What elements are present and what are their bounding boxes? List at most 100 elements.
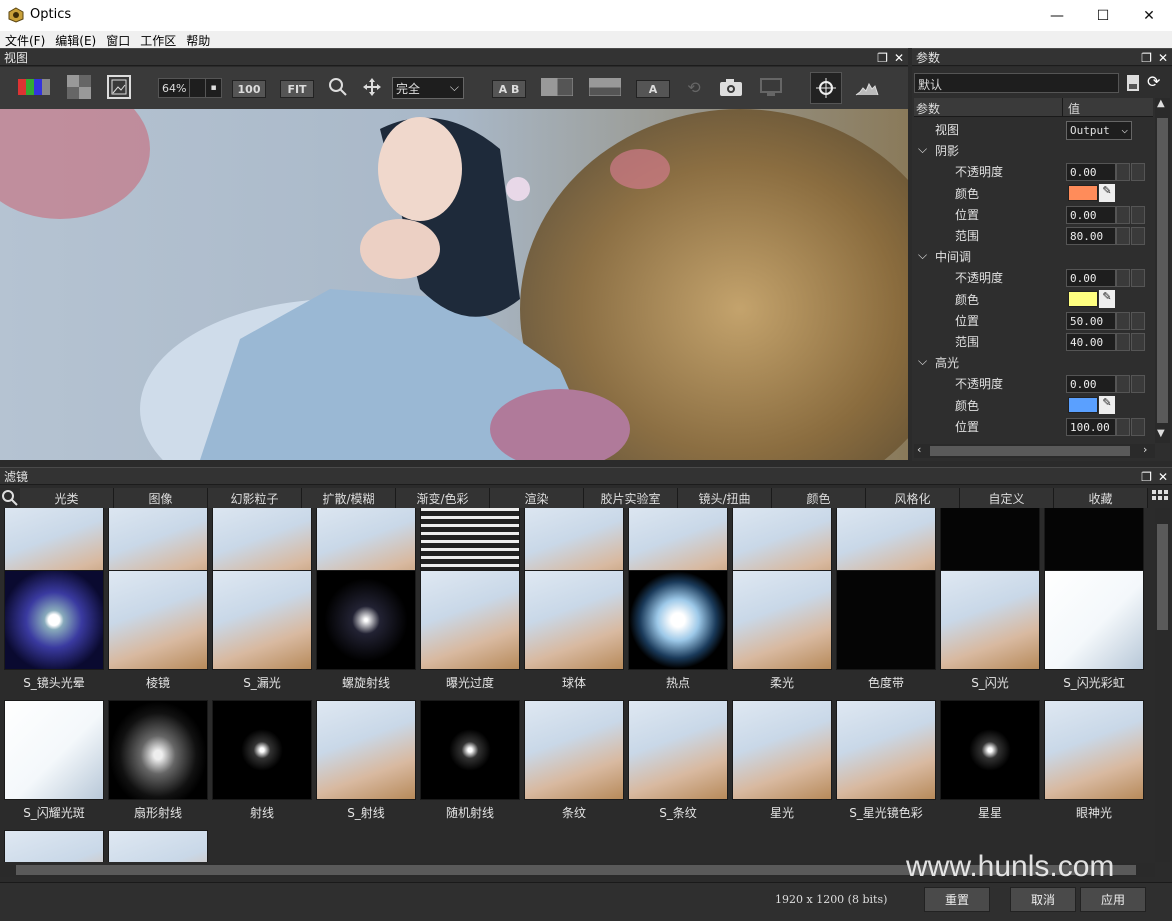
filter-thumbnail[interactable] — [940, 570, 1040, 670]
fit-button[interactable]: FIT — [280, 80, 314, 98]
stepper-button[interactable] — [1116, 333, 1130, 351]
checker-icon[interactable] — [66, 75, 92, 99]
tab-filter-category[interactable]: 颜色 — [772, 488, 866, 508]
chevron-down-icon[interactable]: ⌵ — [918, 248, 927, 263]
param-value-field[interactable]: 0.00 — [1066, 205, 1116, 224]
a-view-button[interactable]: A — [636, 80, 670, 98]
filter-thumbnail[interactable] — [316, 700, 416, 800]
view-mode-select[interactable]: 完全 ⌵ — [392, 77, 464, 99]
params-hscrollbar[interactable]: ‹ › — [914, 443, 1155, 458]
filter-thumbnail[interactable] — [212, 700, 312, 800]
scroll-thumb[interactable] — [1157, 118, 1168, 423]
filter-thumbnail[interactable] — [940, 700, 1040, 800]
filter-thumbnail[interactable] — [4, 830, 104, 862]
rgb-channels-icon[interactable] — [18, 75, 50, 99]
float-icon[interactable]: ❐ — [1141, 51, 1152, 65]
stepper-button[interactable] — [1131, 417, 1145, 436]
view-output-select[interactable]: Output ⌵ — [1066, 121, 1132, 140]
filter-thumbnail[interactable] — [836, 700, 936, 800]
tab-filter-category[interactable]: 收藏 — [1054, 488, 1148, 508]
color-swatch[interactable] — [1068, 290, 1098, 307]
eyedropper-icon[interactable]: ✎ — [1099, 395, 1115, 414]
param-value-field[interactable]: 0.00 — [1066, 375, 1116, 394]
cancel-button[interactable]: 取消 — [1010, 887, 1076, 912]
stepper-button[interactable] — [1116, 375, 1130, 394]
tab-filter-category[interactable]: 幻影粒子 — [208, 488, 302, 508]
chevron-right-icon[interactable]: › — [1143, 443, 1147, 456]
image-compare-icon[interactable] — [106, 75, 132, 99]
move-icon[interactable] — [360, 75, 384, 99]
preset-field[interactable]: 默认 — [914, 73, 1119, 93]
param-value-field[interactable]: 50.00 — [1066, 311, 1116, 330]
color-swatch[interactable] — [1068, 184, 1098, 201]
filter-thumbnail[interactable] — [628, 700, 728, 800]
stepper-button[interactable] — [1116, 417, 1130, 436]
filter-thumbnail[interactable] — [316, 570, 416, 670]
tab-filter-category[interactable]: 图像 — [114, 488, 208, 508]
filter-thumbnail[interactable] — [1044, 700, 1144, 800]
ab-compare-button[interactable]: A B — [492, 80, 526, 98]
split-horizontal-icon[interactable] — [588, 75, 622, 99]
stepper-button[interactable] — [1131, 311, 1145, 330]
chevron-up-icon[interactable]: ▲ — [1157, 98, 1165, 109]
filter-thumbnail[interactable] — [4, 700, 104, 800]
tab-filter-category[interactable]: 渲染 — [490, 488, 584, 508]
stepper-button[interactable] — [1131, 227, 1145, 245]
filter-thumbnail[interactable] — [212, 570, 312, 670]
stepper-button[interactable] — [1131, 269, 1145, 288]
param-value-field[interactable]: 100.00 — [1066, 417, 1116, 436]
maximize-button[interactable]: ☐ — [1080, 0, 1126, 31]
close-icon[interactable]: ✕ — [1158, 470, 1168, 484]
param-value-field[interactable]: 0.00 — [1066, 269, 1116, 288]
zoom-100-button[interactable]: 100 — [232, 80, 266, 98]
camera-icon[interactable] — [718, 75, 744, 99]
minimize-button[interactable]: — — [1034, 0, 1080, 31]
menu-file[interactable]: 文件(F) — [0, 31, 50, 48]
close-window-button[interactable]: ✕ — [1126, 0, 1172, 31]
close-icon[interactable]: ✕ — [894, 51, 904, 65]
color-swatch[interactable] — [1068, 396, 1098, 413]
filter-thumbnail[interactable] — [1044, 570, 1144, 670]
search-icon[interactable] — [326, 75, 350, 99]
stepper-button[interactable] — [1116, 205, 1130, 224]
stepper-button[interactable] — [1116, 227, 1130, 245]
split-vertical-icon[interactable] — [540, 75, 574, 99]
menu-help[interactable]: 帮助 — [181, 31, 215, 48]
eyedropper-icon[interactable]: ✎ — [1099, 289, 1115, 308]
save-preset-icon[interactable] — [1125, 74, 1141, 92]
scroll-thumb[interactable] — [1157, 524, 1168, 630]
target-icon[interactable] — [810, 72, 842, 104]
param-value-field[interactable]: 40.00 — [1066, 333, 1116, 351]
tab-filter-category[interactable]: 渐变/色彩 — [396, 488, 490, 508]
menu-workspace[interactable]: 工作区 — [135, 31, 181, 48]
filter-search-icon[interactable] — [2, 490, 18, 506]
filter-thumbnail[interactable] — [108, 830, 208, 862]
chevron-left-icon[interactable]: ‹ — [917, 443, 921, 456]
chevron-down-icon[interactable]: ▼ — [1157, 428, 1165, 439]
tab-filter-category[interactable]: 扩散/模糊 — [302, 488, 396, 508]
filter-thumbnail[interactable] — [524, 570, 624, 670]
histogram-icon[interactable] — [854, 75, 880, 99]
tab-filter-category[interactable]: 光类 — [20, 488, 114, 508]
stepper-button[interactable] — [1131, 205, 1145, 224]
tab-filter-category[interactable]: 自定义 — [960, 488, 1054, 508]
apply-button[interactable]: 应用 — [1080, 887, 1146, 912]
stepper-button[interactable] — [1116, 311, 1130, 330]
monitor-icon[interactable] — [758, 75, 784, 99]
float-icon[interactable]: ❐ — [877, 51, 888, 65]
float-icon[interactable]: ❐ — [1141, 470, 1152, 484]
filter-thumbnail[interactable] — [4, 570, 104, 670]
menu-edit[interactable]: 编辑(E) — [50, 31, 101, 48]
param-value-field[interactable]: 80.00 — [1066, 227, 1116, 245]
tab-filter-category[interactable]: 胶片实验室 — [584, 488, 678, 508]
stepper-button[interactable] — [1131, 375, 1145, 394]
tab-filter-category[interactable]: 镜头/扭曲 — [678, 488, 772, 508]
refresh-icon[interactable]: ⟳ — [1147, 72, 1167, 92]
filter-thumbnail[interactable] — [836, 570, 936, 670]
filter-thumbnail[interactable] — [524, 700, 624, 800]
params-scrollbar[interactable]: ▲ ▼ — [1155, 98, 1170, 443]
menu-window[interactable]: 窗口 — [101, 31, 135, 48]
chevron-down-icon[interactable]: ⌵ — [918, 354, 927, 369]
filter-thumbnail[interactable] — [420, 700, 520, 800]
filter-thumbnail[interactable] — [420, 570, 520, 670]
